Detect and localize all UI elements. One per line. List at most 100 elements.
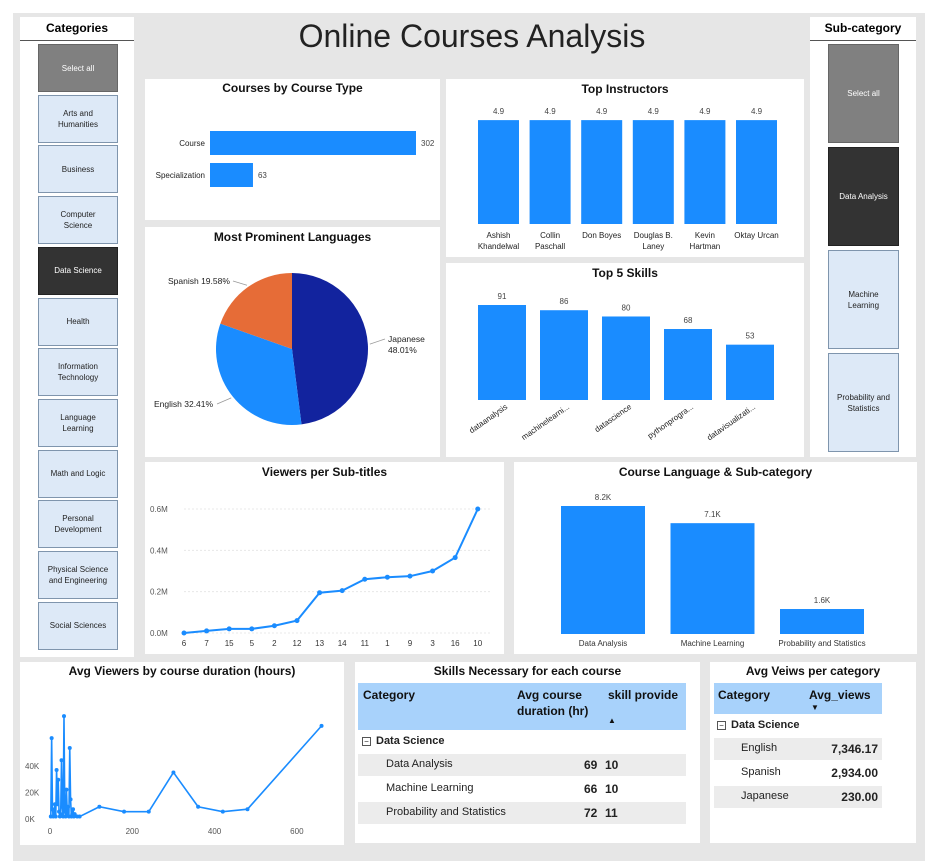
group-label: Data Science [376,735,445,747]
x-tick-label: 0 [48,827,53,836]
data-label: 4.9 [648,107,660,116]
category-button[interactable]: Health [38,297,118,346]
category-button[interactable]: Business [38,145,118,194]
data-label: 302 [421,139,435,148]
x-tick-label: 12 [293,639,302,648]
category-button[interactable]: Arts and Humanities [38,94,118,143]
col-avg-duration-1[interactable]: Avg course [517,688,582,702]
category-label: datascience [593,402,634,434]
bar [561,506,645,634]
data-point [407,573,413,579]
row-category: Spanish [741,766,781,778]
category-button[interactable]: Data Science [38,246,118,295]
bar [664,329,712,400]
category-label: Douglas B. [634,231,673,240]
data-point [226,626,232,632]
viewers-subtitles-chart: 0.0M0.2M0.4M0.6M6 7 15 5 2 12 13 14 11 1 9 3 16 10 [150,505,490,648]
table-row[interactable]: Japanese 230.00 [714,786,882,808]
collapse-icon[interactable]: − [362,737,371,746]
instructors-panel: Top Instructors 4.9 Ashish Khandelwal 4.9 Co… [446,79,804,257]
subcategory-button[interactable]: Probability and Statistics [828,353,899,452]
table-row[interactable]: English 7,346.17 [714,738,882,760]
row-category: Data Analysis [386,758,453,770]
data-point [181,630,187,636]
category-label: machinelearni... [520,402,571,442]
course-type-panel: Courses by Course Type Course 302 Speciali… [145,79,440,220]
category-button[interactable]: Language Learning [38,398,118,447]
category-label: datavisualizati... [705,402,757,442]
subcategory-button[interactable]: Select all [828,44,899,143]
lang-subcat-chart: 8.2K Data Analysis 7.1K Machine Learning 1.6… [561,493,866,648]
x-tick-label: 10 [473,639,482,648]
table-row[interactable]: Probability and Statistics 72 11 [358,802,686,824]
category-button[interactable]: Select all [38,44,118,92]
group-label: Data Science [731,719,800,731]
subcategory-button[interactable]: Machine Learning [828,250,899,349]
table-row[interactable]: Data Analysis 69 10 [358,754,686,776]
sort-desc-icon: ▼ [811,703,819,712]
views-table-header: Category Avg_views ▼ [714,683,882,714]
data-point [55,802,60,807]
slice-label: Japanese [388,334,425,344]
data-label: 91 [498,292,507,301]
data-point [71,807,76,812]
data-point [475,506,481,512]
col-skill-provide[interactable]: skill provide [608,688,678,702]
data-point [68,797,73,802]
leader-line [369,338,386,345]
data-point [249,626,255,632]
category-label: pythonprogra... [646,402,695,440]
bar [581,120,623,224]
collapse-icon[interactable]: − [717,721,726,730]
data-label: 80 [622,303,631,312]
bar [210,163,253,187]
data-point [77,814,82,819]
category-button[interactable]: Information Technology [38,348,118,397]
row-category: Japanese [741,790,789,802]
avg-viewers-duration-chart: 0K 20K 40K 0 200 400 600 [25,714,324,836]
data-label: 4.9 [493,107,505,116]
data-point [64,787,69,792]
x-tick-label: 7 [204,639,209,648]
category-button[interactable]: Math and Logic [38,449,118,498]
col-category[interactable]: Category [363,688,415,702]
row-value: 7,346.17 [831,742,878,756]
table-row[interactable]: Spanish 2,934.00 [714,762,882,784]
row-duration: 69 [584,758,598,772]
x-tick-label: 15 [225,639,234,648]
col-category[interactable]: Category [718,688,770,702]
x-tick-label: 200 [126,827,140,836]
bar [210,131,416,155]
category-button[interactable]: Social Sciences [38,601,118,650]
category-button[interactable]: Physical Science and Engineering [38,551,118,599]
bar [736,120,777,224]
category-button[interactable]: Personal Development [38,500,118,549]
leader-line [216,397,232,405]
y-tick-label: 0.6M [150,505,168,514]
viewers-subtitles-panel: Viewers per Sub-titles 0.0M 0.2M 0.4M 0.6M 6… [145,462,504,654]
subcategory-button[interactable]: Data Analysis [828,147,899,246]
col-avg-duration-2[interactable]: duration (hr) [517,704,588,718]
y-tick-label: 0.4M [150,546,168,555]
data-point [430,568,436,574]
y-tick-label: 20K [25,789,40,798]
x-tick-label: 3 [430,639,435,648]
data-label: 68 [684,316,693,325]
data-point [60,804,65,809]
subcategory-header: Sub-category [810,17,916,41]
slice-value: 48.01% [388,345,417,355]
table-row[interactable]: Machine Learning 66 10 [358,778,686,800]
category-label: Machine Learning [681,639,745,648]
languages-pie-chart: Japanese48.01% English 32.41% Spanish 19.5… [154,273,425,425]
data-label: 4.9 [699,107,711,116]
category-button[interactable]: Computer Science [38,196,118,245]
x-tick-label: 11 [361,639,370,648]
views-table-title: Avg Veiws per category [745,664,881,678]
data-point [53,814,58,819]
bar [478,305,526,400]
skills-panel: Top 5 Skills 91 dataanalysis 86 machinelear… [446,263,804,457]
col-avg-views[interactable]: Avg_views [809,688,871,702]
data-point [66,804,71,809]
pie-slice [292,273,368,425]
group-row: − Data Science [362,735,444,747]
